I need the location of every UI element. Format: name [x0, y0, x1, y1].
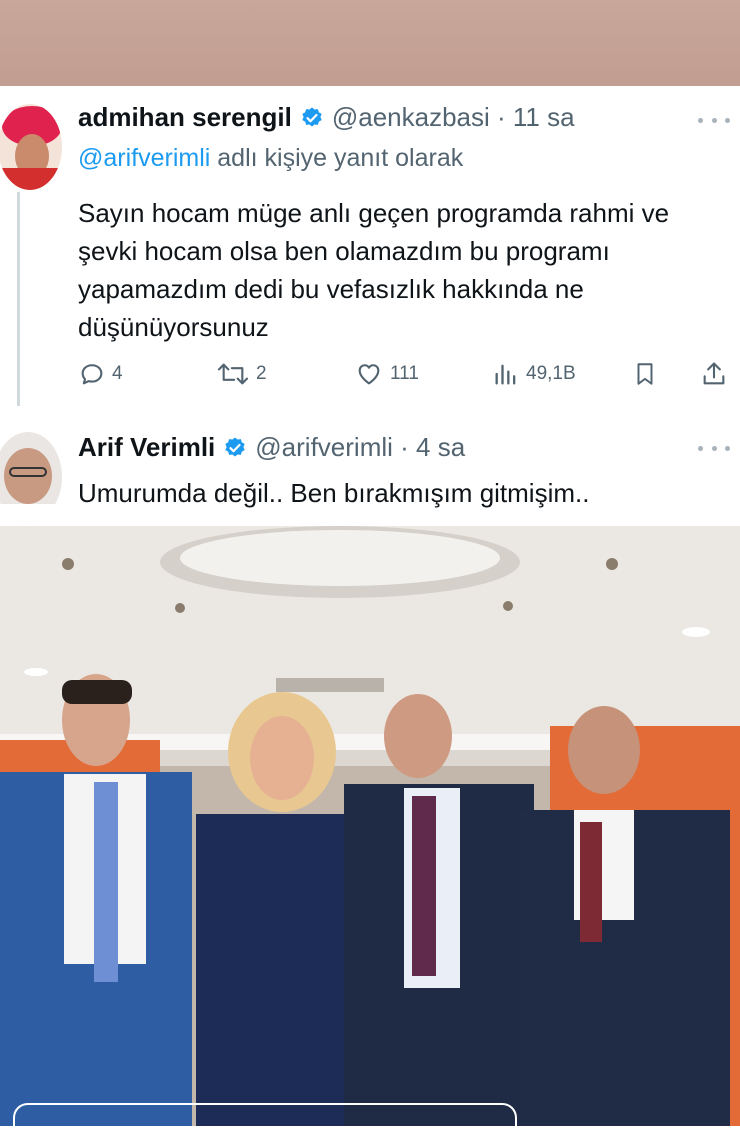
tweet-text: Umurumda değil.. Ben bırakmışım gitmişim… [78, 478, 590, 508]
avatar-admihan[interactable] [0, 104, 62, 190]
tweet-actions: 4 2 111 49,1B [78, 358, 728, 392]
views-icon [495, 364, 516, 385]
author-handle-time[interactable]: @aenkazbasi · 11 sa [332, 102, 575, 133]
like-count: 111 [390, 363, 419, 384]
more-icon[interactable] [698, 114, 730, 126]
verified-badge-icon [225, 437, 245, 456]
story-bottom-controls [0, 1092, 740, 1126]
share-icon [703, 362, 725, 385]
tweet-text: Sayın hocam müge anlı geçen programda ra… [78, 198, 670, 342]
avatar-arif-verimli[interactable] [0, 432, 62, 522]
reply-context: @arifverimli adlı kişiye yanıt olarak [78, 144, 463, 173]
views-button[interactable]: 49,1B [492, 360, 576, 388]
bookmark-button[interactable] [632, 360, 664, 388]
bookmark-icon [637, 363, 653, 385]
reply-button[interactable]: 4 [78, 360, 123, 388]
verified-badge-icon [302, 107, 322, 126]
reply-context-text: adlı kişiye yanıt olarak [217, 144, 464, 172]
author-name[interactable]: admihan serengil [78, 102, 292, 133]
story-background-band [0, 0, 740, 86]
like-button[interactable]: 111 [354, 360, 419, 388]
tweet-thread-card: admihan serengil @aenkazbasi · 11 sa @ar… [0, 86, 740, 526]
tweet-header: Arif Verimli @arifverimli · 4 sa [78, 432, 465, 463]
share-button[interactable] [700, 360, 734, 388]
retweet-button[interactable]: 2 [216, 360, 267, 388]
views-count: 49,1B [526, 363, 576, 384]
more-icon[interactable] [698, 442, 730, 454]
author-handle-time[interactable]: @arifverimli · 4 sa [255, 432, 465, 463]
author-name[interactable]: Arif Verimli [78, 432, 215, 463]
group-photo [0, 526, 740, 1126]
like-icon [358, 364, 380, 385]
reply-mention-link[interactable]: @arifverimli [78, 144, 210, 172]
tweet-header: admihan serengil @aenkazbasi · 11 sa [78, 102, 575, 133]
thread-connector-line [17, 192, 20, 406]
reply-icon [81, 364, 103, 385]
retweet-icon [217, 363, 249, 385]
retweet-count: 2 [256, 363, 267, 384]
reply-count: 4 [112, 363, 123, 384]
